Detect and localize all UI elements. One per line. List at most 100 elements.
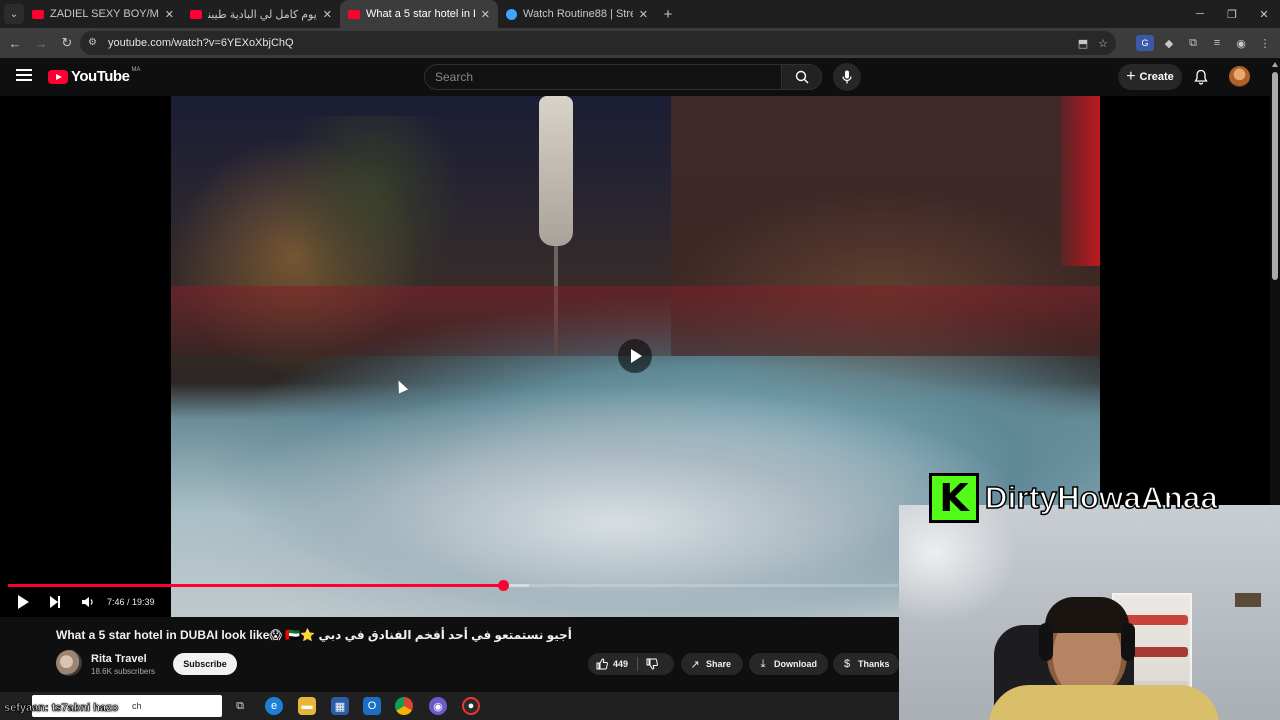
back-arrow-icon[interactable]: ←	[3, 31, 27, 55]
play-icon[interactable]	[15, 590, 31, 614]
volume-icon[interactable]	[79, 590, 97, 614]
create-label: Create	[1139, 71, 1174, 83]
diamond-extension-icon[interactable]: ◆	[1160, 31, 1178, 55]
youtube-logo[interactable]: YouTube MA	[48, 66, 141, 85]
kick-logo-icon: K	[929, 473, 979, 523]
thanks-button[interactable]: $ Thanks	[833, 653, 899, 675]
task-view-icon[interactable]: ⧉	[231, 697, 249, 715]
center-play-icon[interactable]	[618, 339, 652, 373]
video-scene-red-light	[1061, 96, 1100, 266]
plus-icon: +	[1126, 68, 1136, 85]
youtube-favicon-icon	[348, 9, 360, 19]
download-arrow-icon: ⤓	[760, 657, 766, 670]
tab-title: ZADIEL SEXY BOY/MAN MALE	[50, 8, 159, 20]
tab-title: يوم كامل لي البادية طيبنا اكبر قدر	[208, 8, 317, 21]
like-dislike-group: 449	[588, 653, 674, 675]
download-button[interactable]: ⤓ Download	[749, 653, 828, 675]
youtube-wordmark: YouTube	[71, 68, 130, 85]
close-tab-icon[interactable]: ✕	[639, 8, 648, 21]
streamable-favicon-icon	[506, 8, 517, 20]
webcam-scene-headset	[1121, 623, 1135, 661]
hamburger-menu-icon[interactable]	[16, 69, 32, 83]
forward-arrow-icon[interactable]: →	[29, 31, 53, 55]
bookmark-star-icon[interactable]: ☆	[1098, 37, 1108, 50]
install-app-icon[interactable]: ⬒	[1078, 37, 1088, 50]
share-button[interactable]: ↗ Share	[681, 653, 743, 675]
download-label: Download	[774, 659, 817, 669]
close-window-icon[interactable]: ✕	[1248, 0, 1280, 28]
youtube-favicon-icon	[190, 9, 202, 19]
voice-search-button[interactable]	[833, 63, 861, 91]
video-title: What a 5 star hotel in DUBAI look like😱 …	[56, 628, 572, 642]
chat-message-text: : ts7abni hazo	[44, 702, 119, 715]
discord-icon[interactable]: ◉	[429, 697, 447, 715]
minimize-icon[interactable]: ─	[1184, 0, 1216, 28]
search-input[interactable]	[435, 70, 781, 84]
create-button[interactable]: + Create	[1118, 64, 1182, 90]
browser-tab[interactable]: يوم كامل لي البادية طيبنا اكبر قدر ✕	[182, 0, 340, 28]
thumbs-down-icon[interactable]	[646, 658, 658, 670]
reading-list-icon[interactable]: ≡	[1208, 31, 1226, 55]
scrollbar-thumb[interactable]	[1272, 72, 1278, 280]
player-controls: 7:46 / 19:39	[0, 590, 900, 614]
translate-extension-icon[interactable]: G	[1136, 35, 1154, 51]
edge-browser-icon[interactable]: e	[265, 697, 283, 715]
close-tab-icon[interactable]: ✕	[481, 8, 490, 21]
webcam-scene-plant	[1235, 593, 1261, 607]
microsoft-store-icon[interactable]: ▦	[331, 697, 349, 715]
country-code: MA	[131, 66, 141, 73]
address-bar[interactable]: ⚙ youtube.com/watch?v=6YEXoXbjChQ ⬒ ☆	[80, 31, 1116, 55]
like-count[interactable]: 449	[613, 659, 628, 669]
chat-message-overlay: sefyaan: ts7abni hazo	[4, 702, 119, 715]
notifications-bell-icon[interactable]	[1192, 68, 1210, 86]
scroll-up-arrow-icon[interactable]	[1272, 62, 1278, 67]
browser-menu-icon[interactable]: ⋮	[1256, 31, 1274, 55]
search-box	[424, 64, 782, 90]
taskbar-search-text: ch	[132, 701, 142, 711]
webcam-scene-headset	[1039, 623, 1053, 661]
search-icon	[795, 70, 808, 84]
share-arrow-icon: ↗	[690, 658, 700, 671]
extension-icons: G ◆ ⧉ ≡ ◉ ⋮	[1136, 31, 1274, 55]
chrome-browser-icon[interactable]	[395, 697, 413, 715]
tab-search-button[interactable]: ⌄	[4, 4, 24, 24]
tab-title: What a 5 star hotel in DUBAI lo	[366, 8, 475, 20]
youtube-masthead: YouTube MA + Create	[0, 58, 1270, 96]
tab-title: Watch Routine88 | Streamable	[523, 8, 633, 20]
browser-toolbar: ← → ↻ ⚙ youtube.com/watch?v=6YEXoXbjChQ …	[0, 28, 1280, 58]
streamer-name: DirtyHowaAnaa	[985, 480, 1219, 516]
close-tab-icon[interactable]: ✕	[165, 8, 174, 21]
site-info-icon[interactable]: ⚙	[88, 37, 100, 49]
youtube-play-logo-icon	[48, 69, 68, 84]
windows-taskbar: ch ⧉ e ▬ ▦ O ◉ ●	[0, 692, 899, 720]
reload-icon[interactable]: ↻	[55, 31, 79, 55]
progress-played	[8, 584, 503, 587]
browser-tab-strip: ⌄ ZADIEL SEXY BOY/MAN MALE ✕ يوم كامل لي…	[0, 0, 1280, 28]
outlook-icon[interactable]: O	[363, 697, 381, 715]
search-button[interactable]	[782, 64, 822, 90]
webcam-scene-shirt	[989, 685, 1219, 720]
new-tab-icon[interactable]: +	[656, 6, 680, 23]
next-video-icon[interactable]	[47, 590, 63, 614]
obs-recorder-icon[interactable]: ●	[462, 697, 480, 715]
restore-icon[interactable]: ❐	[1216, 0, 1248, 28]
profile-icon[interactable]: ◉	[1232, 31, 1250, 55]
browser-tab[interactable]: Watch Routine88 | Streamable ✕	[498, 0, 656, 28]
file-explorer-icon[interactable]: ▬	[298, 697, 316, 715]
browser-tab-active[interactable]: What a 5 star hotel in DUBAI lo ✕	[340, 0, 498, 28]
share-label: Share	[706, 659, 732, 669]
channel-avatar[interactable]	[56, 650, 82, 676]
thumbs-up-icon[interactable]	[596, 658, 608, 670]
progress-bar[interactable]	[8, 580, 898, 591]
webcam-scene-light	[899, 505, 1019, 625]
webcam-scene-hair	[1045, 597, 1129, 633]
browser-tab[interactable]: ZADIEL SEXY BOY/MAN MALE ✕	[24, 0, 182, 28]
channel-name[interactable]: Rita Travel	[91, 653, 147, 665]
subscribe-button[interactable]: Subscribe	[173, 653, 237, 675]
super-thanks-icon: $	[843, 658, 851, 670]
account-avatar[interactable]	[1229, 66, 1250, 87]
puzzle-extensions-icon[interactable]: ⧉	[1184, 31, 1202, 55]
close-tab-icon[interactable]: ✕	[323, 8, 332, 21]
youtube-favicon-icon	[32, 9, 44, 19]
streamer-webcam	[899, 505, 1280, 720]
